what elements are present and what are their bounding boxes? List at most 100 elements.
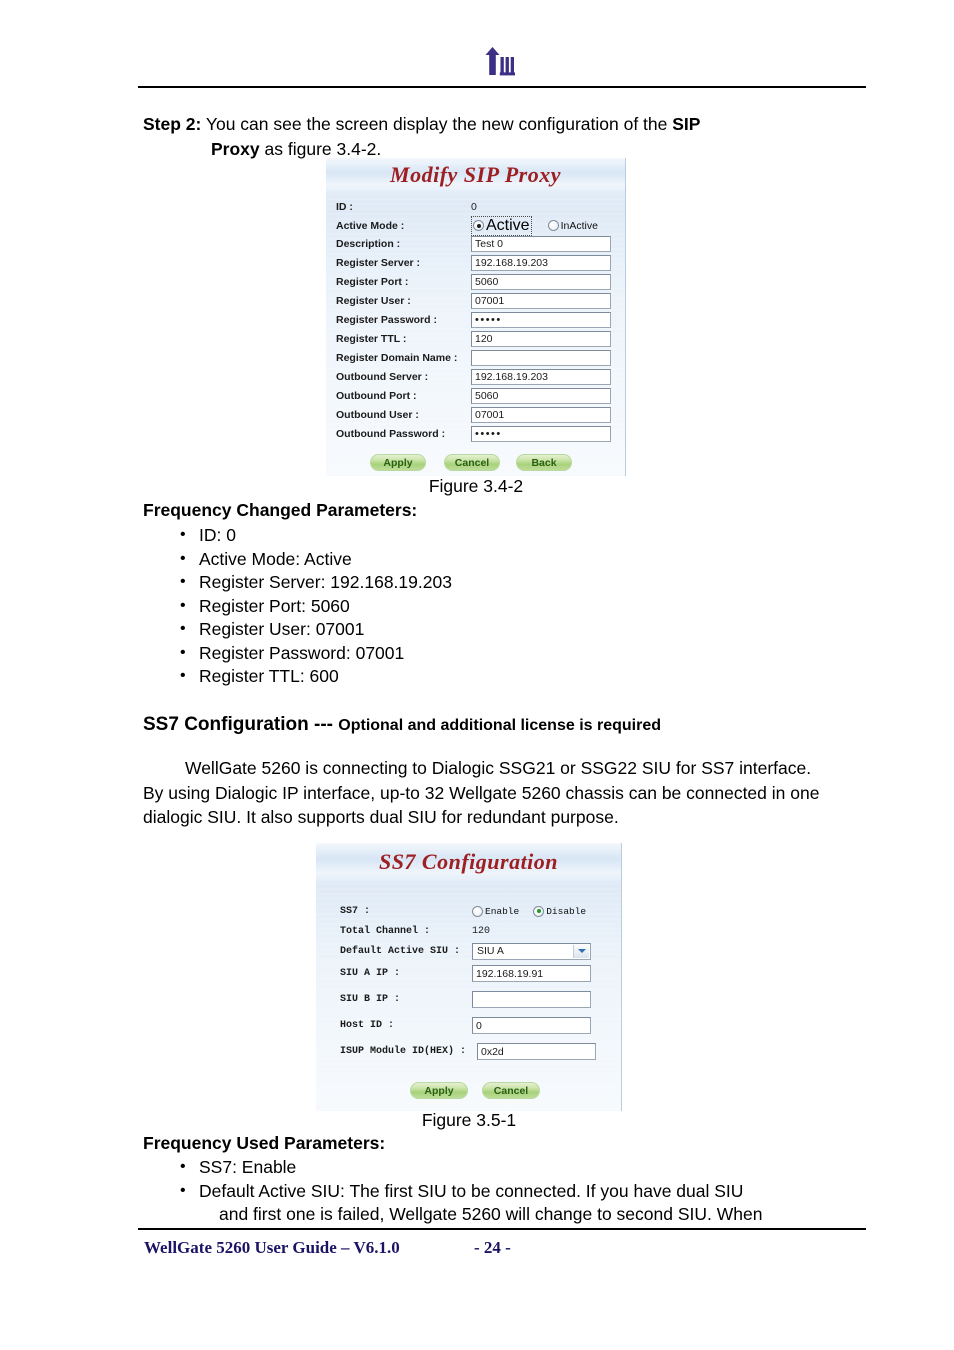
input-register-user[interactable]: 07001 <box>471 293 611 309</box>
radio-inactive-wrapper[interactable]: InActive <box>547 219 598 232</box>
step-text-sip: SIP <box>672 114 701 134</box>
label-register-port: Register Port : <box>336 276 409 288</box>
label-register-user: Register User : <box>336 295 411 307</box>
step-text-part1: You can see the screen display the new c… <box>201 114 673 134</box>
label-default-active-siu: Default Active SIU : <box>340 945 461 957</box>
form-row-isup-module-id: ISUP Module ID(HEX) : 0x2d <box>340 1043 618 1060</box>
form-row-register-port: Register Port : 5060 <box>336 274 620 290</box>
radio-inactive-label: InActive <box>560 219 598 232</box>
radio-active-wrapper[interactable]: Active <box>471 215 532 236</box>
label-register-password: Register Password : <box>336 314 437 326</box>
list-item: Default Active SIU: The first SIU to be … <box>175 1179 835 1227</box>
frequency-changed-list: ID: 0 Active Mode: Active Register Serve… <box>175 523 815 689</box>
list-item: ID: 0 <box>175 523 815 548</box>
value-id: 0 <box>471 201 477 213</box>
select-default-active-siu[interactable]: SIU A <box>472 942 591 960</box>
input-host-id[interactable]: 0 <box>472 1017 591 1034</box>
input-register-ttl[interactable]: 120 <box>471 331 611 347</box>
sip-back-button[interactable]: Back <box>516 454 572 471</box>
figure-caption-2: Figure 3.5-1 <box>421 1110 517 1130</box>
label-ss7: SS7 : <box>340 905 371 917</box>
step-text-part2: as figure 3.4-2. <box>259 139 382 159</box>
form-row-outbound-port: Outbound Port : 5060 <box>336 388 620 404</box>
sip-cancel-button[interactable]: Cancel <box>444 454 500 471</box>
ss7-panel-title: SS7 Configuration <box>378 849 559 874</box>
input-description[interactable]: Test 0 <box>471 236 611 252</box>
input-outbound-port[interactable]: 5060 <box>471 388 611 404</box>
input-isup-module-id[interactable]: 0x2d <box>477 1043 596 1060</box>
radio-disable-icon[interactable] <box>533 905 545 917</box>
list-item: Register Server: 192.168.19.203 <box>175 570 815 595</box>
step-label: Step 2: <box>143 114 202 134</box>
form-row-siu-b-ip: SIU B IP : <box>340 991 610 1008</box>
form-row-default-active-siu: Default Active SIU : SIU A <box>340 942 610 960</box>
list-item: Register Password: 07001 <box>175 641 815 666</box>
header-divider <box>138 86 866 88</box>
label-isup-module-id: ISUP Module ID(HEX) : <box>340 1046 467 1057</box>
sip-panel-title: Modify SIP Proxy <box>390 162 561 187</box>
document-header <box>138 44 866 86</box>
input-siu-b-ip[interactable] <box>472 991 591 1008</box>
input-register-port[interactable]: 5060 <box>471 274 611 290</box>
label-register-server: Register Server : <box>336 257 421 269</box>
select-default-active-siu-value: SIU A <box>477 945 504 957</box>
label-active-mode: Active Mode : <box>336 219 405 232</box>
radio-disable-wrapper[interactable]: Disable <box>533 905 586 917</box>
form-row-id: ID : 0 <box>336 199 620 215</box>
label-id: ID : <box>336 201 353 213</box>
chevron-down-icon[interactable] <box>573 944 589 958</box>
form-row-outbound-password: Outbound Password : ••••• <box>336 426 620 442</box>
form-row-register-ttl: Register TTL : 120 <box>336 331 620 347</box>
ss7-apply-button[interactable]: Apply <box>410 1082 468 1099</box>
form-row-register-user: Register User : 07001 <box>336 293 620 309</box>
list-item: SS7: Enable <box>175 1155 835 1180</box>
input-siu-a-ip[interactable]: 192.168.19.91 <box>472 965 591 982</box>
radio-enable-label: Enable <box>485 905 520 917</box>
input-register-server[interactable]: 192.168.19.203 <box>471 255 611 271</box>
form-row-host-id: Host ID : 0 <box>340 1017 610 1034</box>
list-item-line2: and first one is failed, Wellgate 5260 w… <box>219 1204 763 1224</box>
footer-title: WellGate 5260 User Guide – V6.1.0 <box>144 1238 400 1257</box>
list-item: Register User: 07001 <box>175 617 815 642</box>
list-item: Register TTL: 600 <box>175 664 815 689</box>
step-2-paragraph: Step 2: You can see the screen display t… <box>143 112 833 162</box>
ss7-heading-main: SS7 Configuration --- <box>143 714 339 735</box>
label-outbound-user: Outbound User : <box>336 409 419 421</box>
label-register-ttl: Register TTL : <box>336 333 407 345</box>
label-siu-a-ip: SIU A IP : <box>340 968 401 979</box>
radio-inactive-icon[interactable] <box>547 220 559 231</box>
radio-active-icon[interactable] <box>473 220 484 231</box>
form-row-outbound-server: Outbound Server : 192.168.19.203 <box>336 369 620 385</box>
list-item-line1: Default Active SIU: The first SIU to be … <box>199 1180 744 1201</box>
frequency-changed-heading: Frequency Changed Parameters: <box>143 500 418 520</box>
form-row-register-domain-name: Register Domain Name : <box>336 350 620 366</box>
value-total-channel: 120 <box>472 925 491 937</box>
list-item: Register Port: 5060 <box>175 594 815 619</box>
input-outbound-password[interactable]: ••••• <box>471 426 611 442</box>
form-row-siu-a-ip: SIU A IP : 192.168.19.91 <box>340 965 610 982</box>
input-register-domain-name[interactable] <box>471 350 611 366</box>
ss7-cancel-button[interactable]: Cancel <box>482 1082 540 1099</box>
form-row-register-server: Register Server : 192.168.19.203 <box>336 255 620 271</box>
ss7-heading-sub: Optional and additional license is requi… <box>338 717 661 734</box>
label-siu-b-ip: SIU B IP : <box>340 994 401 1005</box>
input-outbound-server[interactable]: 192.168.19.203 <box>471 369 611 385</box>
input-outbound-user[interactable]: 07001 <box>471 407 611 423</box>
ss7-configuration-screenshot: SS7 Configuration SS7 : Enable Disable T… <box>316 843 622 1111</box>
label-total-channel: Total Channel : <box>340 925 431 937</box>
label-description: Description : <box>336 238 401 250</box>
ss7-paragraph-text: WellGate 5260 is connecting to Dialogic … <box>143 758 820 827</box>
label-register-domain-name: Register Domain Name : <box>336 352 458 364</box>
frequency-used-heading: Frequency Used Parameters: <box>143 1133 386 1153</box>
wellgate-logo-icon <box>479 44 525 82</box>
label-outbound-server: Outbound Server : <box>336 371 429 383</box>
list-item: Active Mode: Active <box>175 547 815 572</box>
form-row-ss7: SS7 : Enable Disable <box>340 903 610 919</box>
radio-enable-wrapper[interactable]: Enable <box>472 905 520 917</box>
step-text-proxy: Proxy <box>211 139 260 159</box>
input-register-password[interactable]: ••••• <box>471 312 611 328</box>
label-outbound-password: Outbound Password : <box>336 428 446 440</box>
sip-apply-button[interactable]: Apply <box>370 454 426 471</box>
radio-enable-icon[interactable] <box>472 905 483 917</box>
document-footer: WellGate 5260 User Guide – V6.1.0 - 24 - <box>138 1238 866 1262</box>
